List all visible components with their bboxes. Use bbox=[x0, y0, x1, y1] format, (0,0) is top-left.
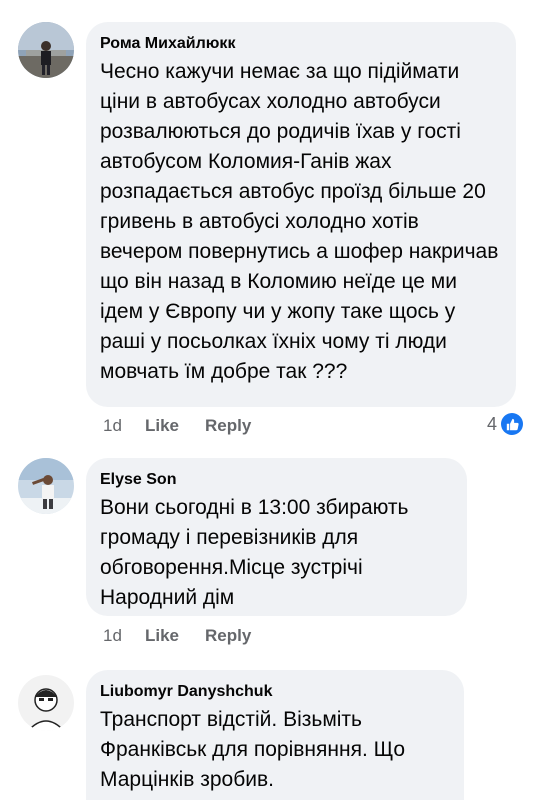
reply-button[interactable]: Reply bbox=[205, 626, 251, 646]
like-button[interactable]: Like bbox=[145, 626, 205, 646]
comment-author[interactable]: Liubomyr Danyshchuk bbox=[100, 682, 450, 702]
comment-author[interactable]: Elyse Son bbox=[100, 470, 453, 490]
avatar[interactable] bbox=[18, 22, 74, 78]
comment-text: Вони сьогодні в 13:00 збирають громаду і… bbox=[100, 496, 409, 609]
avatar[interactable] bbox=[18, 675, 74, 731]
comment-actions: 1d Like Reply bbox=[103, 626, 251, 646]
comment-actions: 1d Like Reply bbox=[103, 416, 251, 436]
comment-text: Чесно кажучи немає за що підіймати ціни … bbox=[100, 60, 499, 383]
comment-timestamp[interactable]: 1d bbox=[103, 416, 145, 436]
reply-button[interactable]: Reply bbox=[205, 416, 251, 436]
reaction-count: 4 bbox=[486, 413, 497, 434]
comment-bubble: Liubomyr Danyshchuk Транспорт відстій. В… bbox=[86, 670, 464, 800]
comment-bubble: Рома Михайлюкк Чесно кажучи немає за що … bbox=[86, 22, 516, 407]
comment-timestamp[interactable]: 1d bbox=[103, 626, 145, 646]
comment-text: Транспорт відстій. Візьміть Франківськ д… bbox=[100, 708, 405, 791]
like-button[interactable]: Like bbox=[145, 416, 205, 436]
comment-author[interactable]: Рома Михайлюкк bbox=[100, 34, 502, 54]
avatar[interactable] bbox=[18, 458, 74, 514]
reactions-summary[interactable]: 4 bbox=[487, 413, 523, 435]
like-icon bbox=[501, 413, 523, 435]
comment-bubble: Elyse Son Вони сьогодні в 13:00 збирають… bbox=[86, 458, 467, 616]
